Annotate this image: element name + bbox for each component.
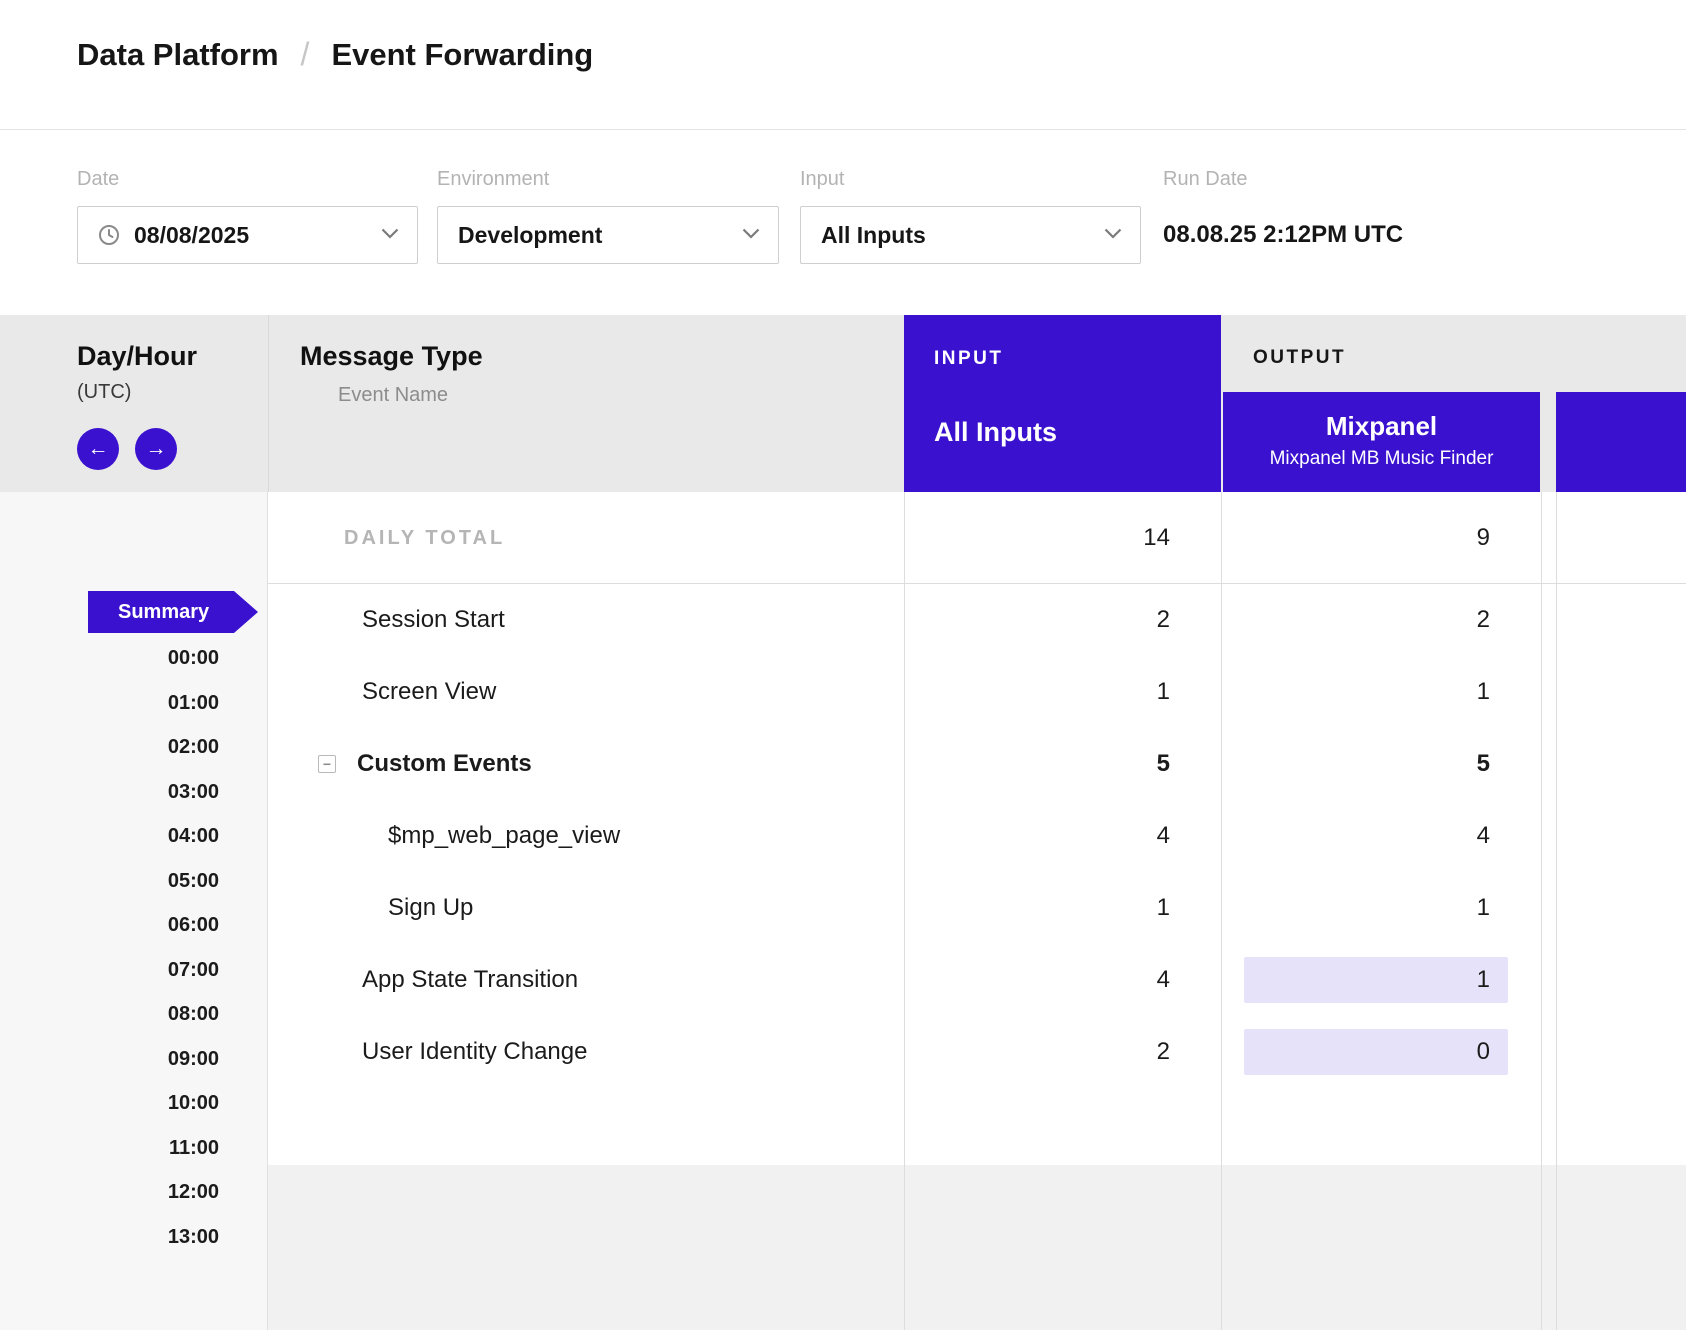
breadcrumb-page: Event Forwarding [331, 37, 593, 73]
input-value: 4 [904, 800, 1221, 872]
input-value: 1 [904, 656, 1221, 728]
breadcrumb: Data Platform / Event Forwarding [77, 36, 593, 73]
hour-item[interactable]: 10:00 [0, 1081, 267, 1126]
column-divider [904, 492, 905, 1330]
hour-item[interactable]: 13:00 [0, 1215, 267, 1260]
table-row: Screen View 1 1 [268, 656, 1686, 728]
run-date-label: Run Date [1163, 168, 1403, 191]
filter-bar: Date 08/08/2025 Environment Development [0, 130, 1686, 315]
day-pager: ← → [77, 428, 177, 470]
output-column-name: Mixpanel [1223, 411, 1540, 441]
column-divider [1541, 492, 1542, 1330]
top-bar: Data Platform / Event Forwarding [0, 0, 1686, 130]
hour-item[interactable]: 02:00 [0, 725, 267, 770]
daily-total-row: DAILY TOTAL 14 9 [268, 492, 1686, 584]
event-forwarding-page: Data Platform / Event Forwarding Date 08… [0, 0, 1686, 1330]
input-value: 4 [904, 944, 1221, 1016]
summary-badge[interactable]: Summary [88, 591, 258, 633]
column-divider [268, 315, 269, 492]
breadcrumb-separator: / [301, 36, 310, 73]
input-filter-group: Input All Inputs [800, 168, 1141, 264]
next-day-button[interactable]: → [135, 428, 177, 470]
output-value: 2 [1221, 584, 1541, 656]
date-filter-label: Date [77, 168, 418, 191]
output-value-highlighted[interactable]: 1 [1244, 957, 1508, 1003]
input-value: 2 [904, 584, 1221, 656]
input-column-name: All Inputs [934, 417, 1057, 448]
table-row-child: $mp_web_page_view 4 4 [268, 800, 1686, 872]
input-column-header: INPUT All Inputs [904, 315, 1221, 492]
daily-total-input-value: 14 [904, 492, 1221, 584]
previous-day-button[interactable]: ← [77, 428, 119, 470]
output-column-header-mixpanel[interactable]: Mixpanel Mixpanel MB Music Finder [1223, 392, 1540, 492]
day-hour-title: Day/Hour [77, 341, 197, 372]
output-value: 4 [1221, 800, 1541, 872]
table-row-group: − Custom Events 5 5 [268, 728, 1686, 800]
input-value: 5 [904, 728, 1221, 800]
input-dropdown[interactable]: All Inputs [800, 206, 1141, 264]
table-row-child: Sign Up 1 1 [268, 872, 1686, 944]
hours-list: 00:00 01:00 02:00 03:00 04:00 05:00 06:0… [0, 636, 267, 1259]
chevron-down-icon [381, 226, 399, 244]
collapse-icon[interactable]: − [318, 755, 336, 773]
hour-item[interactable]: 07:00 [0, 948, 267, 993]
event-name-subtitle: Event Name [338, 384, 448, 407]
hour-item[interactable]: 01:00 [0, 681, 267, 726]
column-divider [1221, 492, 1222, 1330]
row-label-text: Custom Events [357, 728, 532, 800]
output-value: 1 [1221, 872, 1541, 944]
input-filter-label: Input [800, 168, 1141, 191]
chevron-down-icon [1104, 226, 1122, 244]
table-row: Session Start 2 2 [268, 584, 1686, 656]
environment-filter-group: Environment Development [437, 168, 779, 264]
table-rows-area: DAILY TOTAL 14 9 Session Start 2 2 Scree… [268, 492, 1686, 1165]
hours-column: Summary 00:00 01:00 02:00 03:00 04:00 05… [0, 492, 268, 1330]
input-value: 1 [904, 872, 1221, 944]
hour-item[interactable]: 11:00 [0, 1126, 267, 1171]
hour-item[interactable]: 05:00 [0, 859, 267, 904]
run-date-value: 08.08.25 2:12PM UTC [1163, 221, 1403, 249]
hour-item[interactable]: 04:00 [0, 814, 267, 859]
daily-total-label: DAILY TOTAL [344, 492, 505, 584]
output-value-highlighted[interactable]: 0 [1244, 1029, 1508, 1075]
environment-dropdown[interactable]: Development [437, 206, 779, 264]
output-value: 5 [1221, 728, 1541, 800]
output-column-header-next-partial[interactable] [1556, 392, 1686, 492]
hour-item[interactable]: 08:00 [0, 992, 267, 1037]
environment-dropdown-value: Development [458, 222, 742, 249]
output-header-label: OUTPUT [1253, 347, 1346, 369]
message-type-title: Message Type [300, 341, 483, 372]
hour-item[interactable]: 00:00 [0, 636, 267, 681]
table-row: App State Transition 4 1 [268, 944, 1686, 1016]
environment-filter-label: Environment [437, 168, 779, 191]
hour-item[interactable]: 06:00 [0, 903, 267, 948]
hour-item[interactable]: 12:00 [0, 1170, 267, 1215]
arrow-right-icon: → [146, 437, 167, 461]
grid-header: Day/Hour (UTC) ← → Message Type Event Na… [0, 315, 1686, 492]
output-column-subtitle: Mixpanel MB Music Finder [1223, 448, 1540, 470]
day-hour-subtitle: (UTC) [77, 381, 131, 404]
hour-item[interactable]: 09:00 [0, 1037, 267, 1082]
hour-item[interactable]: 03:00 [0, 770, 267, 815]
input-dropdown-value: All Inputs [821, 222, 1104, 249]
clock-icon [98, 224, 120, 246]
chevron-down-icon [742, 226, 760, 244]
date-dropdown[interactable]: 08/08/2025 [77, 206, 418, 264]
grid-body: DAILY TOTAL 14 9 Session Start 2 2 Scree… [0, 492, 1686, 1330]
daily-total-output-value: 9 [1221, 492, 1541, 584]
column-divider [1556, 492, 1557, 1330]
table-row: User Identity Change 2 0 [268, 1016, 1686, 1088]
run-date-group: Run Date 08.08.25 2:12PM UTC [1163, 168, 1403, 249]
input-header-label: INPUT [934, 348, 1004, 370]
input-value: 2 [904, 1016, 1221, 1088]
date-dropdown-value: 08/08/2025 [134, 222, 381, 249]
output-value: 1 [1221, 656, 1541, 728]
date-filter-group: Date 08/08/2025 [77, 168, 418, 264]
breadcrumb-section[interactable]: Data Platform [77, 37, 279, 73]
arrow-left-icon: ← [88, 437, 109, 461]
